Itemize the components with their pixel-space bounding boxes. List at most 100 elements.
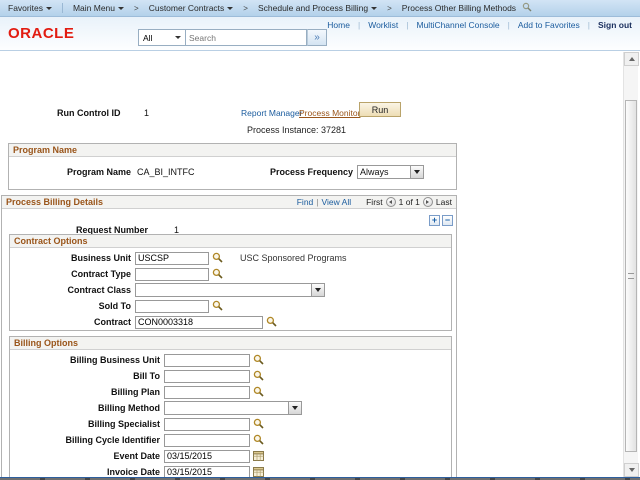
process-monitor-link[interactable]: Process Monitor [299, 108, 360, 118]
report-manager-link[interactable]: Report Manager [241, 108, 302, 118]
main-menu[interactable]: Main Menu [73, 3, 124, 13]
lookup-icon[interactable] [253, 386, 264, 399]
bill-to-input[interactable] [164, 370, 250, 383]
process-frequency-label: Process Frequency [231, 167, 353, 177]
billing-method-value [165, 402, 288, 414]
billing-method-label: Billing Method [10, 403, 160, 413]
event-date-input[interactable] [164, 450, 250, 463]
first-label[interactable]: First [366, 197, 383, 207]
group-title: Process Billing Details [6, 197, 103, 207]
run-button[interactable]: Run [359, 102, 401, 117]
breadcrumb-separator: > [387, 4, 392, 13]
form-row-contract-class: Contract Class [10, 282, 451, 298]
group-title: Contract Options [14, 236, 88, 246]
contract-input[interactable] [135, 316, 263, 329]
billing-cycle-identifier-input[interactable] [164, 434, 250, 447]
crumb-label: Process Other Billing Methods [402, 3, 516, 13]
last-label[interactable]: Last [436, 197, 452, 207]
calendar-icon[interactable] [253, 450, 264, 463]
arrow-up-icon [629, 57, 635, 61]
contract-type-label: Contract Type [10, 269, 131, 279]
contract-type-input[interactable] [135, 268, 209, 281]
top-navigation: Home | Worklist | MultiChannel Console |… [319, 20, 634, 30]
lookup-icon[interactable] [212, 268, 223, 281]
process-frequency-value: Always [358, 166, 410, 178]
page-header: ORACLE Home | Worklist | MultiChannel Co… [0, 17, 640, 51]
billing-business-unit-input[interactable] [164, 354, 250, 367]
scroll-down-button[interactable] [624, 463, 639, 477]
pipe-separator: | [316, 197, 318, 207]
run-control-id-label: Run Control ID [57, 108, 121, 118]
billing-options-title: Billing Options [10, 337, 451, 350]
lookup-icon[interactable] [212, 300, 223, 313]
scrollbar-grip [628, 273, 634, 279]
business-unit-description: USC Sponsored Programs [240, 253, 347, 263]
favorites-label: Favorites [8, 3, 43, 13]
process-billing-details-header: Process Billing Details Find | View All … [2, 196, 456, 209]
breadcrumb-schedule-process-billing[interactable]: Schedule and Process Billing [258, 3, 377, 13]
billing-specialist-input[interactable] [164, 418, 250, 431]
chevron-down-icon [288, 402, 301, 414]
peoplesoft-window: Favorites Main Menu > Customer Contracts… [0, 0, 640, 480]
breadcrumb-customer-contracts[interactable]: Customer Contracts [149, 3, 234, 13]
group-title: Program Name [13, 145, 77, 155]
favorites-menu[interactable]: Favorites [8, 3, 52, 13]
search-go-button[interactable]: » [307, 29, 327, 46]
arrow-right-icon [426, 200, 429, 204]
find-link[interactable]: Find [297, 197, 314, 207]
contract-class-select[interactable] [135, 283, 325, 297]
process-frequency-select[interactable]: Always [357, 165, 424, 179]
add-row-button[interactable]: + [429, 215, 440, 226]
page-content: Run Control ID 1 Report Manager Process … [0, 51, 640, 477]
lookup-icon[interactable] [253, 434, 264, 447]
lookup-icon[interactable] [266, 316, 277, 329]
mouse-cursor-icon [522, 2, 532, 14]
contract-options-body: Business Unit USC Sponsored Programs Con… [10, 248, 451, 330]
breadcrumb-separator: > [243, 4, 248, 13]
billing-options-body: Billing Business Unit Bill To [10, 350, 451, 480]
billing-specialist-label: Billing Specialist [10, 419, 160, 429]
program-name-box-title: Program Name [9, 144, 456, 157]
previous-page-button[interactable] [386, 197, 396, 207]
form-row-contract: Contract [10, 314, 451, 330]
remove-row-button[interactable]: − [442, 215, 453, 226]
business-unit-label: Business Unit [10, 253, 131, 263]
next-page-button[interactable] [423, 197, 433, 207]
lookup-icon[interactable] [253, 418, 264, 431]
sold-to-label: Sold To [10, 301, 131, 311]
run-control-id-value: 1 [144, 108, 149, 118]
chevron-down-icon [227, 7, 233, 10]
form-row-business-unit: Business Unit USC Sponsored Programs [10, 250, 451, 266]
form-row-billing-method: Billing Method [10, 400, 451, 416]
view-all-link[interactable]: View All [322, 197, 352, 207]
search-input[interactable] [185, 29, 307, 46]
scroll-up-button[interactable] [624, 52, 639, 66]
arrow-down-icon [629, 468, 635, 472]
program-name-body: Program Name CA_BI_INTFC Process Frequen… [9, 157, 456, 189]
page-indicator: 1 of 1 [399, 197, 420, 207]
nav-link-multichannel-console[interactable]: MultiChannel Console [409, 20, 508, 30]
chevron-down-icon [311, 284, 324, 296]
form-row-bill-to: Bill To [10, 368, 451, 384]
sign-out-link[interactable]: Sign out [590, 20, 634, 30]
lookup-icon[interactable] [212, 252, 223, 265]
billing-cycle-identifier-label: Billing Cycle Identifier [10, 435, 160, 445]
sold-to-input[interactable] [135, 300, 209, 313]
scrollbar-thumb[interactable] [625, 100, 637, 452]
grid-navigation: Find | View All First 1 of 1 Last [297, 197, 452, 207]
nav-link-add-to-favorites[interactable]: Add to Favorites [510, 20, 588, 30]
form-row-contract-type: Contract Type [10, 266, 451, 282]
lookup-icon[interactable] [253, 354, 264, 367]
breadcrumb-current-page: Process Other Billing Methods [402, 3, 516, 13]
business-unit-input[interactable] [135, 252, 209, 265]
vertical-scrollbar[interactable] [623, 52, 638, 477]
lookup-icon[interactable] [253, 370, 264, 383]
chevron-down-icon [118, 7, 124, 10]
crumb-label: Customer Contracts [149, 3, 225, 13]
program-name-box: Program Name Program Name CA_BI_INTFC Pr… [8, 143, 457, 190]
form-row-event-date: Event Date [10, 448, 451, 464]
billing-method-select[interactable] [164, 401, 302, 415]
search-scope-dropdown[interactable]: All [138, 29, 185, 46]
billing-plan-input[interactable] [164, 386, 250, 399]
nav-link-worklist[interactable]: Worklist [360, 20, 406, 30]
